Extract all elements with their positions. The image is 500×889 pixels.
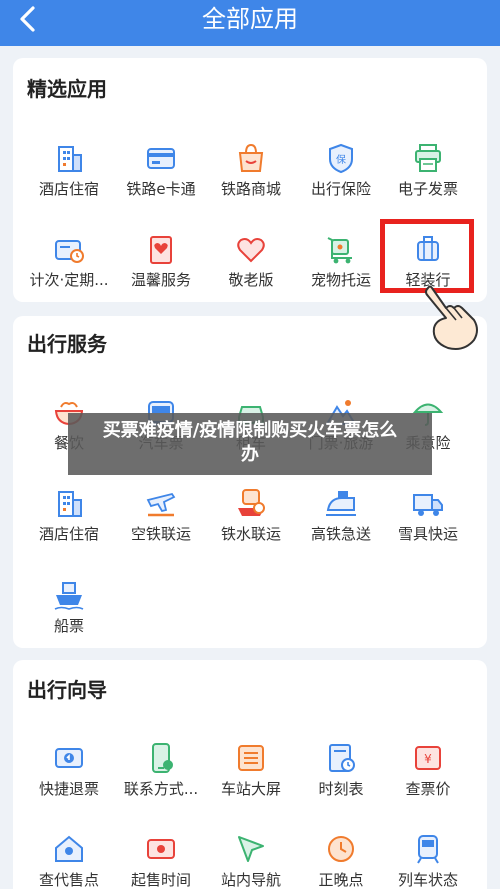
- train-status-icon: [411, 832, 445, 866]
- app-item[interactable]: 宠物托运: [293, 232, 389, 312]
- contact-phone-icon: [144, 741, 178, 775]
- app-item[interactable]: 快捷退票: [21, 741, 117, 821]
- app-item-label: 雪具快运: [397, 525, 458, 543]
- app-item[interactable]: 时刻表: [293, 741, 389, 821]
- app-item-label: 列车状态: [397, 871, 458, 889]
- ship-icon: [52, 578, 86, 612]
- refund-ticket-icon: [52, 741, 86, 775]
- heart-icon: [234, 232, 268, 266]
- section-title: 出行向导: [27, 678, 107, 702]
- app-item[interactable]: 雪具快运: [380, 486, 476, 566]
- app-item-label: 酒店住宿: [38, 180, 99, 198]
- app-item[interactable]: 船票: [21, 578, 117, 658]
- app-item[interactable]: 电子发票: [380, 141, 476, 221]
- app-item[interactable]: 站内导航: [203, 832, 299, 889]
- express-train-icon: [324, 486, 358, 520]
- app-item-label: 空铁联运: [130, 525, 191, 543]
- app-item[interactable]: 铁路e卡通: [113, 141, 209, 221]
- section-title: 出行服务: [27, 332, 107, 356]
- navigation-icon: [234, 832, 268, 866]
- app-item-label: 船票: [53, 617, 84, 635]
- article-title-overlay: 买票难疫情/疫情限制购买火车票怎么办: [68, 413, 432, 475]
- hotel-icon: [52, 486, 86, 520]
- app-item[interactable]: 铁路商城: [203, 141, 299, 221]
- app-item[interactable]: ¥ 查票价: [380, 741, 476, 821]
- app-item-label: 查票价: [405, 780, 451, 798]
- app-item-label: 联系方式...: [123, 780, 199, 798]
- overlay-text: 买票难疫情/疫情限制购买火车票怎么办: [102, 420, 398, 465]
- app-item[interactable]: 酒店住宿: [21, 141, 117, 221]
- svg-text:¥: ¥: [424, 752, 432, 766]
- app-item[interactable]: 查代售点: [21, 832, 117, 889]
- page-title: 全部应用: [202, 5, 298, 33]
- app-item-label: 车站大屏: [220, 780, 281, 798]
- app-item[interactable]: 保出行保险: [293, 141, 389, 221]
- app-item-label: 铁水联运: [220, 525, 281, 543]
- invoice-printer-icon: [411, 141, 445, 175]
- app-item-label: 温馨服务: [130, 271, 191, 289]
- hotel-icon: [52, 141, 86, 175]
- app-item[interactable]: 温馨服务: [113, 232, 209, 312]
- app-item-label: 敬老版: [228, 271, 274, 289]
- pet-cart-icon: [324, 232, 358, 266]
- app-item-label: 酒店住宿: [38, 525, 99, 543]
- shop-icon: [234, 141, 268, 175]
- app-item[interactable]: 敬老版: [203, 232, 299, 312]
- app-item[interactable]: 酒店住宿: [21, 486, 117, 566]
- agency-location-icon: [52, 832, 86, 866]
- app-item[interactable]: 车站大屏: [203, 741, 299, 821]
- app-item-label: 起售时间: [130, 871, 191, 889]
- app-item[interactable]: 列车状态: [380, 832, 476, 889]
- price-ticket-icon: ¥: [411, 741, 445, 775]
- clock-icon: [324, 832, 358, 866]
- app-item-label: 查代售点: [38, 871, 99, 889]
- section-title: 精选应用: [27, 77, 107, 101]
- app-item[interactable]: 计次·定期...: [21, 232, 117, 312]
- app-item[interactable]: 起售时间: [113, 832, 209, 889]
- ship-train-icon: [234, 486, 268, 520]
- app-item-label: 铁路e卡通: [126, 180, 196, 198]
- app-item-label: 铁路商城: [220, 180, 281, 198]
- app-item-label: 快捷退票: [38, 780, 99, 798]
- station-screen-icon: [234, 741, 268, 775]
- svg-text:保: 保: [336, 153, 346, 166]
- app-item-label: 电子发票: [397, 180, 458, 198]
- app-item[interactable]: 空铁联运: [113, 486, 209, 566]
- rail-card-icon: [144, 141, 178, 175]
- app-item-label: 站内导航: [220, 871, 281, 889]
- sale-time-icon: [144, 832, 178, 866]
- app-item[interactable]: 正晚点: [293, 832, 389, 889]
- pass-card-icon: [52, 232, 86, 266]
- truck-icon: [411, 486, 445, 520]
- insurance-shield-icon: 保: [324, 141, 358, 175]
- timetable-icon: [324, 741, 358, 775]
- pointing-hand-icon: [425, 285, 478, 350]
- plane-train-icon: [144, 486, 178, 520]
- app-item[interactable]: 联系方式...: [113, 741, 209, 821]
- top-header: 全部应用: [0, 0, 500, 46]
- app-item-label: 计次·定期...: [29, 271, 109, 289]
- app-item[interactable]: 铁水联运: [203, 486, 299, 566]
- service-heart-icon: [144, 232, 178, 266]
- app-item[interactable]: 高铁急送: [293, 486, 389, 566]
